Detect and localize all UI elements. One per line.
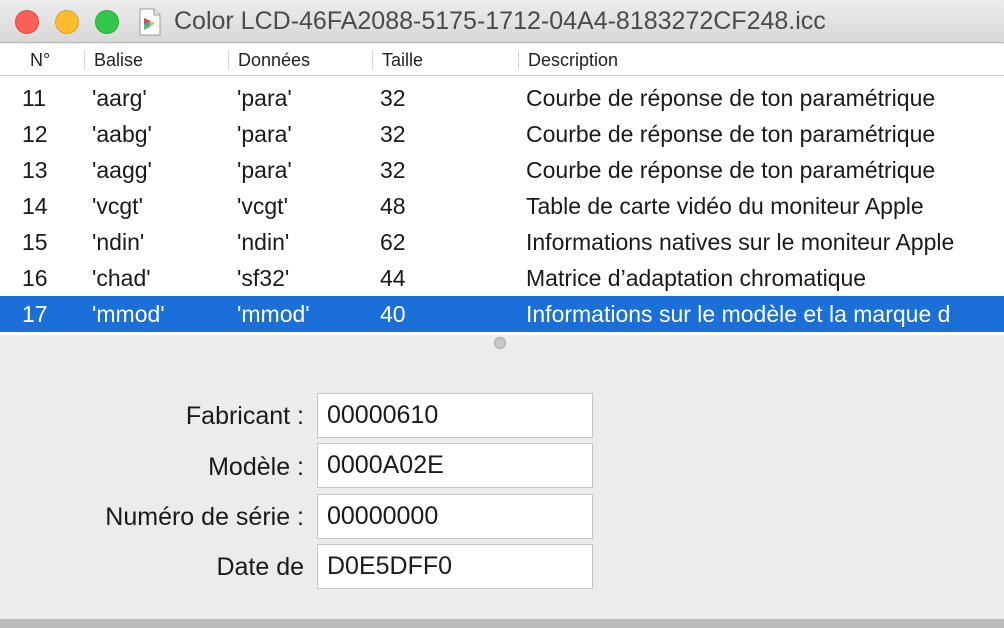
row-number: 11 xyxy=(22,85,46,111)
row-tag: 'ndin' xyxy=(92,229,145,255)
row-description: Informations sur le modèle et la marque … xyxy=(526,301,951,327)
column-header-description[interactable]: Description xyxy=(528,44,618,76)
column-divider[interactable] xyxy=(228,50,229,70)
serial-number-field[interactable]: 00000000 xyxy=(317,494,593,539)
row-size: 32 xyxy=(380,85,406,111)
row-tag: 'aagg' xyxy=(92,157,152,183)
row-tag: 'aabg' xyxy=(92,121,152,147)
model-field[interactable]: 0000A02E xyxy=(317,443,593,488)
manufacturer-label: Fabricant : xyxy=(185,402,304,430)
row-number: 13 xyxy=(22,157,48,183)
row-description: Informations natives sur le moniteur App… xyxy=(526,229,955,255)
column-divider[interactable] xyxy=(372,50,373,70)
table-row[interactable]: 11 'aarg' 'para' 32 Courbe de réponse de… xyxy=(0,80,1004,116)
column-header-tag[interactable]: Balise xyxy=(94,44,143,76)
row-size: 40 xyxy=(380,301,406,327)
column-header-number[interactable]: N° xyxy=(30,44,50,76)
row-number: 17 xyxy=(22,301,48,327)
table-row[interactable]: 12 'aabg' 'para' 32 Courbe de réponse de… xyxy=(0,116,1004,152)
date-label: Date de xyxy=(216,553,304,581)
row-data-type: 'sf32' xyxy=(237,265,290,291)
row-description: Courbe de réponse de ton paramétrique xyxy=(526,121,936,147)
row-data-type: 'mmod' xyxy=(237,301,310,327)
row-data-type: 'para' xyxy=(237,121,292,147)
column-divider[interactable] xyxy=(518,50,519,70)
row-description: Courbe de réponse de ton paramétrique xyxy=(526,157,936,183)
window-title: Color LCD-46FA2088-5175-1712-04A4-818327… xyxy=(174,7,826,35)
table-row[interactable]: 15 'ndin' 'ndin' 62 Informations natives… xyxy=(0,224,1004,260)
table-row[interactable]: 14 'vcgt' 'vcgt' 48 Table de carte vidéo… xyxy=(0,188,1004,224)
serial-number-label: Numéro de série : xyxy=(105,503,304,531)
row-tag: 'mmod' xyxy=(92,301,165,327)
table-row-selected[interactable]: 17 'mmod' 'mmod' 40 Informations sur le … xyxy=(0,296,1004,332)
table-body[interactable]: 11 'aarg' 'para' 32 Courbe de réponse de… xyxy=(0,76,1004,335)
title-bar[interactable]: Color LCD-46FA2088-5175-1712-04A4-818327… xyxy=(0,0,1004,43)
table-row[interactable]: 13 'aagg' 'para' 32 Courbe de réponse de… xyxy=(0,152,1004,188)
profile-window: Color LCD-46FA2088-5175-1712-04A4-818327… xyxy=(0,0,1004,628)
row-data-type: 'ndin' xyxy=(237,229,290,255)
row-size: 44 xyxy=(380,265,406,291)
minimize-button[interactable] xyxy=(55,10,79,34)
date-field[interactable]: D0E5DFF0 xyxy=(317,544,593,589)
row-data-type: 'vcgt' xyxy=(237,193,288,219)
row-number: 14 xyxy=(22,193,48,219)
row-tag: 'chad' xyxy=(92,265,151,291)
table-row[interactable]: 16 'chad' 'sf32' 44 Matrice d’adaptation… xyxy=(0,260,1004,296)
close-button[interactable] xyxy=(15,10,39,34)
manufacturer-field[interactable]: 00000610 xyxy=(317,393,593,438)
window-bottom-edge xyxy=(0,619,1004,628)
row-number: 12 xyxy=(22,121,48,147)
row-description: Matrice d’adaptation chromatique xyxy=(526,265,867,291)
table-header: N° Balise Données Taille Description xyxy=(0,44,1004,76)
column-header-data[interactable]: Données xyxy=(238,44,310,76)
row-description: Courbe de réponse de ton paramétrique xyxy=(526,85,936,111)
row-data-type: 'para' xyxy=(237,85,292,111)
column-header-size[interactable]: Taille xyxy=(382,44,423,76)
zoom-button[interactable] xyxy=(95,10,119,34)
row-size: 32 xyxy=(380,157,406,183)
colorsync-profile-icon[interactable] xyxy=(138,8,162,36)
row-tag: 'aarg' xyxy=(92,85,147,111)
row-size: 62 xyxy=(380,229,406,255)
row-description: Table de carte vidéo du moniteur Apple xyxy=(526,193,924,219)
row-size: 48 xyxy=(380,193,406,219)
row-number: 16 xyxy=(22,265,48,291)
row-number: 15 xyxy=(22,229,48,255)
split-view-handle[interactable] xyxy=(494,337,506,349)
row-data-type: 'para' xyxy=(237,157,292,183)
row-size: 32 xyxy=(380,121,406,147)
column-divider[interactable] xyxy=(84,50,85,70)
tag-table[interactable]: N° Balise Données Taille Description 11 … xyxy=(0,44,1004,335)
row-tag: 'vcgt' xyxy=(92,193,143,219)
model-label: Modèle : xyxy=(208,453,304,481)
